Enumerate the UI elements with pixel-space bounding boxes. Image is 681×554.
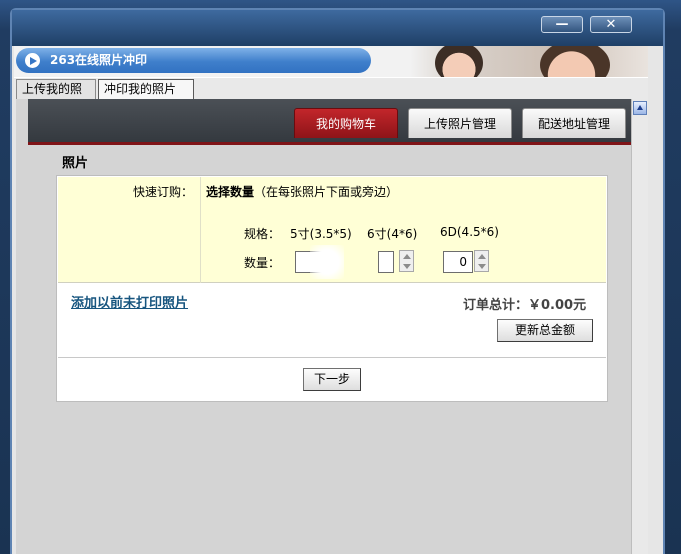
spec-label: 规格：	[244, 227, 281, 241]
child-photo-right	[540, 46, 610, 77]
quantity-label: 数量：	[244, 256, 281, 270]
quantity-input-6d[interactable]: 0	[443, 251, 473, 273]
vertical-scrollbar[interactable]	[631, 99, 648, 554]
nav-cart-button[interactable]: 我的购物车	[294, 108, 398, 138]
add-unprinted-photos-link[interactable]: 添加以前未打印照片	[71, 292, 188, 311]
panel-divider	[58, 357, 606, 358]
order-panel: 快速订购： 选择数量（在每张照片下面或旁边） 规格： 5寸(3.5*5) 6寸(…	[56, 175, 608, 402]
nav-bar: 我的购物车 上传照片管理 配送地址管理	[28, 99, 631, 145]
banner-photo	[410, 46, 648, 77]
app-title-pill: 263在线照片冲印	[16, 48, 371, 73]
child-photo-left	[435, 46, 483, 77]
play-icon	[25, 53, 40, 68]
section-title: 照片	[62, 156, 89, 171]
app-title: 263在线照片冲印	[50, 53, 148, 67]
app-window: — ✕ 263在线照片冲印 上传我的照片 冲印我的照片 我的购物车 上传照片管理…	[0, 0, 681, 554]
quick-order-title: 选择数量（在每张照片下面或旁边）	[206, 183, 398, 200]
quantity-input-6inch[interactable]	[378, 251, 394, 273]
nav-address-manage-button[interactable]: 配送地址管理	[522, 108, 626, 138]
order-total: 订单总计：￥0.00元	[463, 298, 587, 313]
title-bar: — ✕	[12, 10, 663, 46]
quantity-spinner-6inch-icon[interactable]	[399, 250, 414, 272]
size-5inch: 5寸(3.5*5)	[290, 227, 352, 241]
scroll-up-arrow-icon[interactable]	[633, 101, 647, 115]
next-step-button[interactable]: 下一步	[303, 368, 361, 391]
tab-strip: 上传我的照片 冲印我的照片	[14, 77, 648, 114]
app-banner: 263在线照片冲印	[14, 46, 648, 77]
screen-glare	[310, 245, 344, 279]
minimize-button[interactable]: —	[541, 16, 583, 33]
size-6inch: 6寸(4*6)	[367, 227, 418, 241]
quick-order-title-bold: 选择数量	[206, 185, 255, 199]
close-button[interactable]: ✕	[590, 16, 632, 33]
nav-upload-manage-button[interactable]: 上传照片管理	[408, 108, 512, 138]
quick-order-label: 快速订购：	[133, 185, 194, 199]
quick-order-divider	[200, 177, 201, 283]
quick-order-title-hint: （在每张照片下面或旁边）	[254, 185, 399, 199]
size-6d: 6D(4.5*6)	[440, 225, 499, 239]
quantity-spinner-6d-icon[interactable]	[474, 250, 489, 272]
tab-print-photos[interactable]: 冲印我的照片	[98, 79, 194, 99]
quick-order-box: 快速订购： 选择数量（在每张照片下面或旁边） 规格： 5寸(3.5*5) 6寸(…	[58, 177, 606, 283]
tab-upload-photos[interactable]: 上传我的照片	[16, 79, 96, 114]
update-total-button[interactable]: 更新总金额	[497, 319, 593, 342]
